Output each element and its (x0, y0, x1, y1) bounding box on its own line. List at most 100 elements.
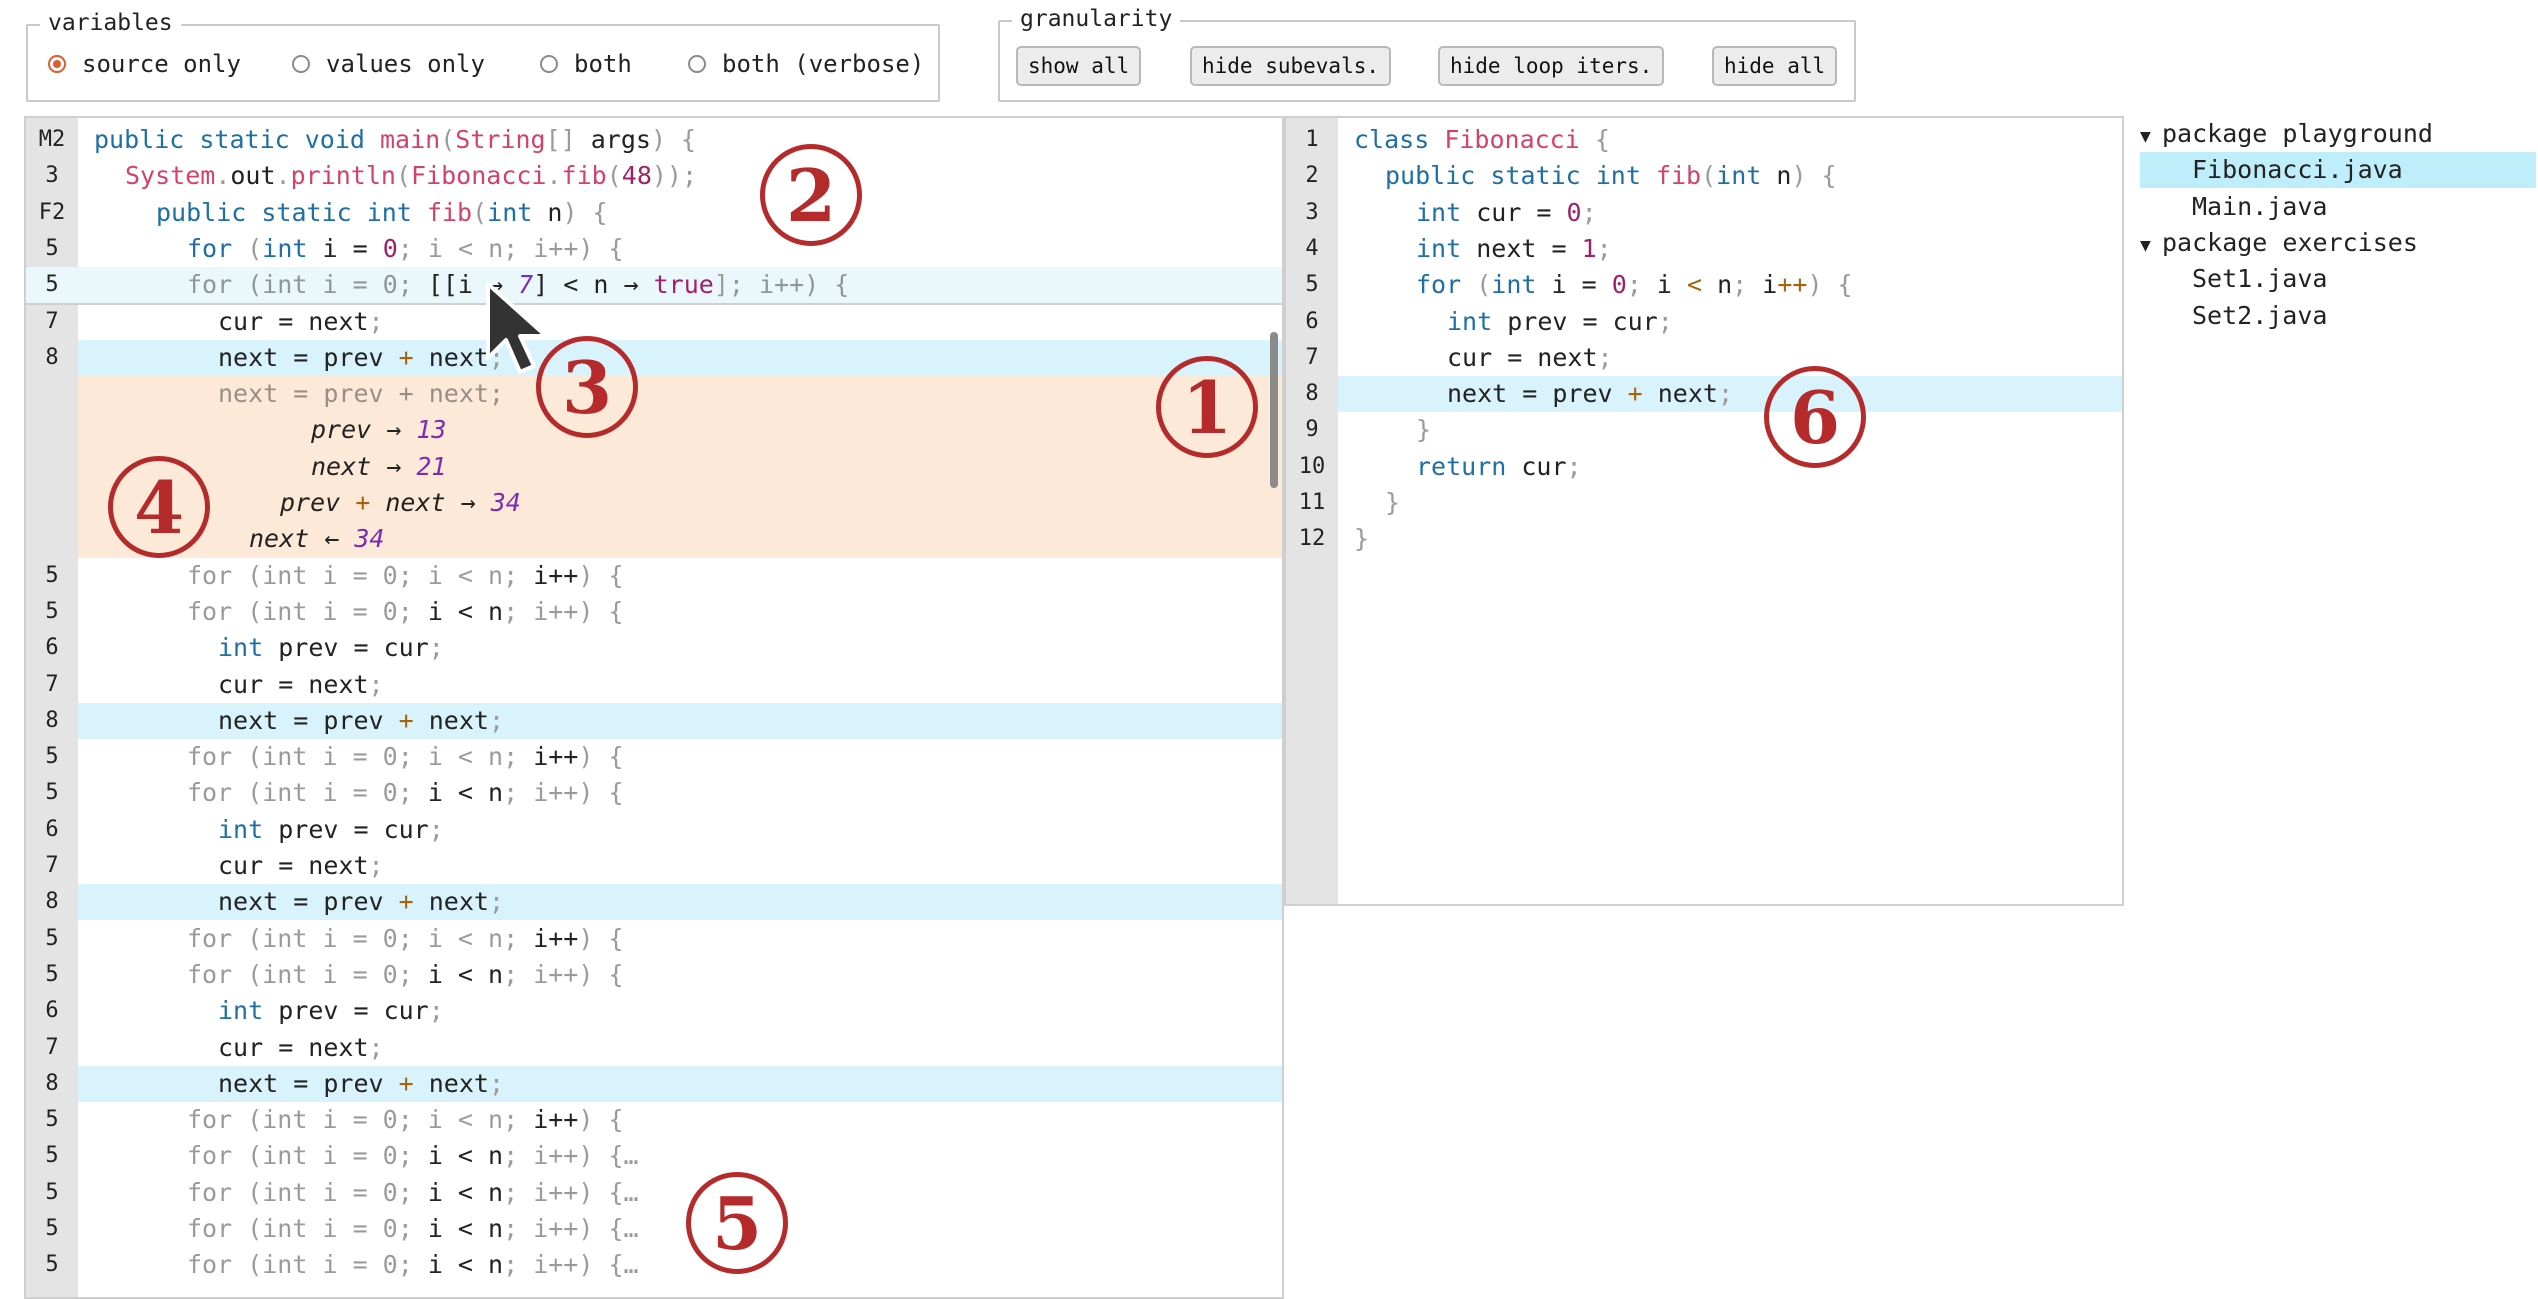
marker-5: 5 (686, 1172, 788, 1274)
line-number: 3 (45, 163, 59, 189)
tree-label: package exercises (2162, 227, 2418, 257)
show-all-button[interactable]: show all (1016, 46, 1142, 86)
trace-line[interactable]: 5 for (int i = 0; i < n; i++) {… (26, 1175, 1282, 1211)
code-text: next → 21 (311, 451, 447, 481)
variables-option-both[interactable]: both (540, 50, 632, 78)
source-line[interactable]: 1 class Fibonacci { (1286, 122, 2122, 158)
source-line[interactable]: 3 int cur = 0; (1286, 194, 2122, 231)
trace-line[interactable]: 8 next = prev + next; (45, 339, 1282, 376)
trace-line[interactable]: 5 for (int i = 0; i < n; i++) {… (26, 1211, 1282, 1247)
radio-icon[interactable] (292, 55, 310, 73)
expand-triangle-icon[interactable]: ▼ (2140, 228, 2162, 264)
source-line[interactable]: 9} (1286, 412, 2122, 449)
source-line[interactable]: 5 for (int i = 0; i < n; i++) { (1286, 267, 2122, 304)
code-text: for (int i = 0; i < n; i++) { (187, 742, 624, 772)
granularity-legend: granularity (1012, 6, 1181, 32)
variables-option-source-only[interactable]: source only (48, 50, 241, 78)
trace-line[interactable]: prev → 13 (26, 412, 1282, 448)
tree-package[interactable]: ▼ package exercises (2140, 225, 2536, 261)
trace-line[interactable]: prev + next → 34 (26, 485, 1282, 521)
line-number: 5 (45, 598, 59, 624)
source-line[interactable]: 2 public static int fib(int n) { (1286, 158, 2122, 195)
trace-line[interactable]: 5 for (int i = 0; [[i → 7] < n → true]; i… (26, 267, 1282, 306)
code-text: next = prev + next; (218, 1068, 505, 1098)
code-text: next = prev + next; (218, 379, 504, 409)
hide-subevals-button[interactable]: hide subevals. (1190, 46, 1392, 86)
line-number: 7 (45, 1034, 59, 1060)
trace-line[interactable]: 7 cur = next; (26, 667, 1282, 703)
trace-line[interactable]: 6 int prev = cur; (26, 630, 1282, 666)
source-line[interactable]: 10 return cur; (1286, 448, 2122, 485)
trace-panel[interactable]: M2 public static void main(String[] args)… (24, 116, 1284, 1299)
tree-label: package playground (2162, 119, 2433, 148)
radio-icon[interactable] (688, 55, 706, 73)
trace-line[interactable]: 8 next = prev + next; (45, 1065, 1282, 1102)
radio-icon[interactable] (540, 55, 558, 73)
code-text: for (int i = 0; i < n; i++) { (1416, 270, 1853, 300)
hide-loop-iters-button[interactable]: hide loop iters. (1438, 46, 1665, 86)
line-number: 5 (45, 1107, 59, 1133)
line-number: 10 (1286, 448, 1338, 485)
tree-label: Fibonacci.java (2192, 155, 2403, 185)
code-text: for (int i = 0; i < n; i++) {… (187, 1250, 639, 1280)
trace-line[interactable]: 5 for (int i = 0; i < n; i++) {… (26, 1247, 1282, 1283)
code-text: next = prev + next; (218, 705, 505, 735)
trace-line[interactable]: 5 for (int i = 0; i < n; i++) { (26, 739, 1282, 775)
trace-line[interactable]: 5 for (int i = 0; i < n; i++) { (26, 1102, 1282, 1138)
variables-option-values-only[interactable]: values only (292, 50, 485, 78)
trace-scrollbar[interactable] (1270, 332, 1278, 488)
trace-line[interactable]: F2 public static int fib(int n) { (26, 195, 1282, 231)
radio-icon[interactable] (48, 55, 66, 73)
trace-line[interactable]: M2 public static void main(String[] args)… (26, 122, 1282, 158)
line-number: 5 (45, 744, 59, 770)
line-number (26, 485, 78, 521)
trace-line[interactable]: 6 int prev = cur; (26, 812, 1282, 848)
code-text: cur = next; (1447, 342, 1613, 372)
variables-option-both-verbose[interactable]: both (verbose) (688, 50, 924, 78)
line-number: F2 (38, 199, 66, 225)
code-text: } (1354, 524, 1370, 554)
code-text: cur = next; (218, 1032, 384, 1062)
line-number: 6 (45, 635, 59, 661)
source-panel[interactable]: 1 class Fibonacci {2 public static int fib… (1284, 116, 2124, 906)
source-line[interactable]: 8 next = prev + next; (1286, 376, 2122, 413)
tree-file[interactable]: Fibonacci.java (2140, 152, 2536, 189)
trace-line[interactable]: 5 for (int i = 0; i < n; i++) {… (26, 1138, 1282, 1174)
marker-1: 1 (1156, 356, 1258, 458)
source-line[interactable]: 6 int prev = cur; (1286, 303, 2122, 340)
line-number: 6 (45, 816, 59, 842)
tree-package[interactable]: ▼ package playground (2140, 116, 2536, 152)
source-line[interactable]: 4 int next = 1; (1286, 230, 2122, 267)
trace-line[interactable]: 5 for (int i = 0; i < n; i++) { (26, 231, 1282, 267)
tree-file[interactable]: Set1.java (2140, 261, 2536, 297)
trace-line[interactable]: 8 next = prev + next; (45, 702, 1282, 739)
trace-line[interactable]: 7 cur = next; (26, 1030, 1282, 1066)
trace-line[interactable]: 5 for (int i = 0; i < n; i++) { (26, 594, 1282, 630)
trace-line[interactable]: 6 int prev = cur; (26, 993, 1282, 1029)
line-number: 12 (1286, 521, 1338, 558)
source-line[interactable]: 11} (1286, 485, 2122, 521)
tree-file[interactable]: Main.java (2140, 189, 2536, 225)
source-line[interactable]: 12} (1286, 521, 2122, 558)
trace-line[interactable]: 3 System.out.println(Fibonacci.fib(48)); (26, 158, 1282, 194)
trace-line[interactable]: 7 cur = next; (26, 304, 1282, 340)
line-number (26, 449, 78, 485)
trace-line[interactable]: 8 next = prev + next; (45, 884, 1282, 921)
trace-line[interactable]: 7 cur = next; (26, 848, 1282, 884)
source-line[interactable]: 7 cur = next; (1286, 339, 2122, 376)
hide-all-button[interactable]: hide all (1712, 46, 1838, 86)
tree-file[interactable]: Set2.java (2140, 298, 2536, 334)
line-number: 5 (45, 235, 59, 261)
trace-line[interactable]: 5 for (int i = 0; i < n; i++) { (26, 558, 1282, 594)
line-number: M2 (38, 127, 66, 152)
trace-line[interactable]: next → 21 (26, 449, 1282, 485)
marker-6: 6 (1764, 366, 1866, 468)
trace-line[interactable]: 5 for (int i = 0; i < n; i++) { (26, 921, 1282, 957)
line-number: 3 (1286, 194, 1338, 231)
trace-line[interactable]: 5 for (int i = 0; i < n; i++) { (26, 775, 1282, 811)
line-number: 1 (1286, 122, 1338, 158)
trace-line[interactable]: 5 for (int i = 0; i < n; i++) { (26, 957, 1282, 993)
expand-triangle-icon[interactable]: ▼ (2140, 119, 2162, 155)
trace-line[interactable]: next ← 34 (26, 521, 1282, 557)
trace-line[interactable]: next = prev + next; (26, 376, 1282, 412)
